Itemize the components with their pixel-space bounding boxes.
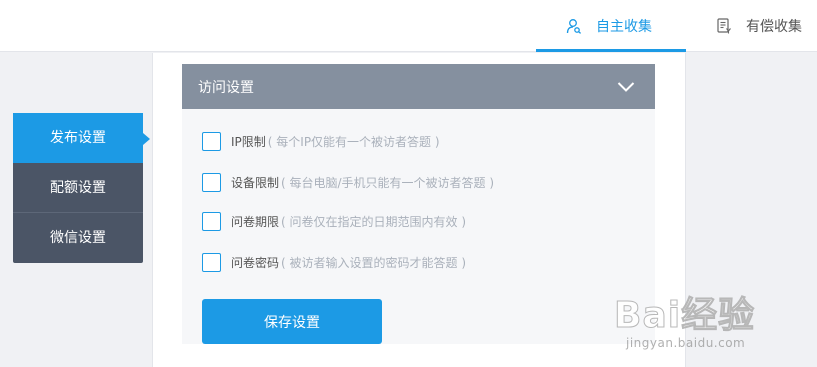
- main-panel: 访问设置 IP限制 ( 每个IP仅能有一个被访者答题 ) 设备限制 ( 每台电脑…: [152, 53, 686, 367]
- option-ip-limit[interactable]: IP限制 ( 每个IP仅能有一个被访者答题 ): [202, 132, 440, 151]
- option-label: 问卷密码: [231, 256, 280, 270]
- option-label: 问卷期限: [231, 215, 280, 229]
- save-settings-button[interactable]: 保存设置: [202, 299, 382, 344]
- tab-self-collect-label: 自主收集: [596, 19, 652, 35]
- sidebar-item-quota-settings[interactable]: 配额设置: [13, 163, 143, 213]
- option-hint: ( 问卷仅在指定的日期范围内有效 ): [281, 215, 467, 229]
- sidebar-item-publish-settings[interactable]: 发布设置: [13, 113, 143, 163]
- settings-sidebar: 发布设置 配额设置 微信设置: [13, 113, 143, 263]
- section-header[interactable]: 访问设置: [182, 64, 655, 109]
- sidebar-item-label: 配额设置: [50, 180, 106, 196]
- option-label: IP限制: [231, 135, 266, 149]
- option-hint: ( 每个IP仅能有一个被访者答题 ): [267, 135, 440, 149]
- option-survey-period[interactable]: 问卷期限 ( 问卷仅在指定的日期范围内有效 ): [202, 212, 466, 231]
- chevron-down-icon[interactable]: [617, 78, 635, 96]
- sidebar-item-label: 发布设置: [50, 130, 106, 146]
- user-search-icon: [566, 18, 582, 34]
- section-title: 访问设置: [198, 79, 254, 96]
- option-label: 设备限制: [231, 176, 280, 190]
- option-hint: ( 每台电脑/手机只能有一个被访者答题 ): [281, 176, 495, 190]
- active-indicator-arrow: [143, 133, 150, 145]
- option-survey-password[interactable]: 问卷密码 ( 被访者输入设置的密码才能答题 ): [202, 253, 466, 272]
- paid-document-icon: [716, 18, 732, 34]
- tab-paid-collect-label: 有偿收集: [746, 19, 802, 35]
- tab-self-collect[interactable]: 自主收集: [536, 0, 686, 52]
- ip-limit-checkbox[interactable]: [202, 132, 221, 151]
- option-hint: ( 被访者输入设置的密码才能答题 ): [281, 256, 467, 270]
- top-bar: 自主收集 有偿收集: [0, 0, 817, 52]
- option-device-limit[interactable]: 设备限制 ( 每台电脑/手机只能有一个被访者答题 ): [202, 173, 494, 192]
- survey-password-checkbox[interactable]: [202, 253, 221, 272]
- sidebar-item-wechat-settings[interactable]: 微信设置: [13, 213, 143, 263]
- access-settings-section: 访问设置 IP限制 ( 每个IP仅能有一个被访者答题 ) 设备限制 ( 每台电脑…: [182, 64, 655, 344]
- tab-paid-collect[interactable]: 有偿收集: [716, 0, 817, 52]
- sidebar-item-label: 微信设置: [50, 230, 106, 246]
- device-limit-checkbox[interactable]: [202, 173, 221, 192]
- survey-period-checkbox[interactable]: [202, 212, 221, 231]
